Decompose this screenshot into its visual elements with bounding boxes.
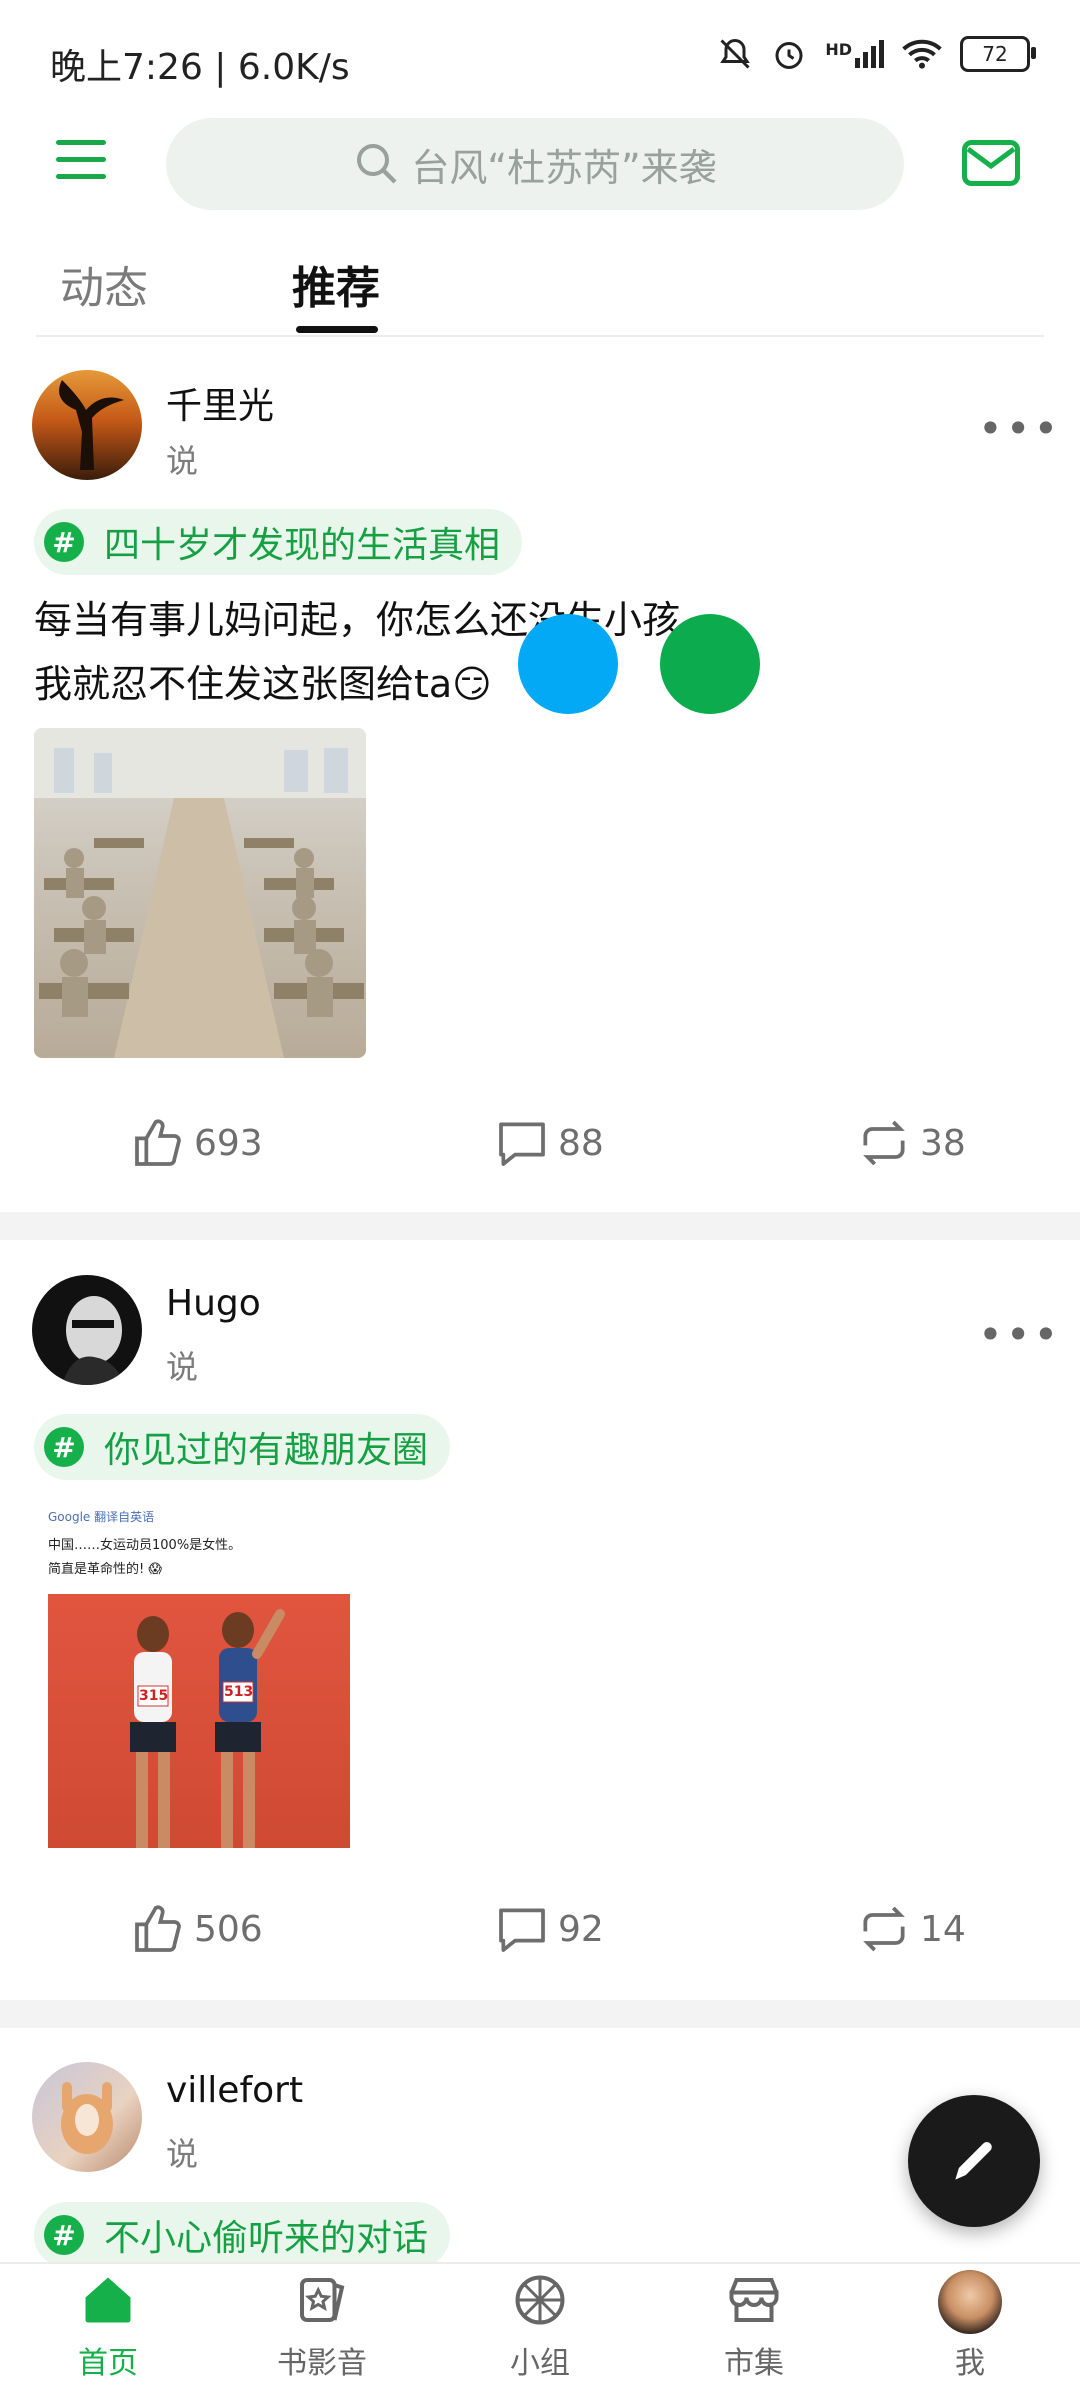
mail-icon[interactable]	[962, 140, 1020, 186]
repost-icon	[863, 1120, 905, 1166]
repost-button[interactable]: 38	[856, 1115, 966, 1171]
nav-home[interactable]: 首页	[38, 2270, 178, 2382]
like-button[interactable]: 693	[130, 1115, 263, 1171]
topic-tag[interactable]: # 四十岁才发现的生活真相	[34, 509, 523, 575]
like-button[interactable]: 506	[130, 1901, 263, 1957]
tab-dongtai[interactable]: 动态	[60, 252, 148, 316]
status-time: 晚上7:26 | 6.0K/s	[50, 47, 350, 88]
athletes-photo: 315 513	[48, 1594, 350, 1848]
status-bar: 晚上7:26 | 6.0K/s HD 72	[0, 0, 1080, 110]
hashtag-icon: #	[44, 522, 84, 562]
ball-icon	[515, 2275, 565, 2325]
avatar[interactable]	[32, 370, 142, 480]
hashtag-icon: #	[44, 2215, 84, 2255]
post-image[interactable]	[34, 728, 366, 1058]
avatar[interactable]	[32, 1275, 142, 1385]
like-count: 693	[194, 1122, 263, 1164]
angel-silhouette-icon	[59, 380, 124, 470]
bell-muted-icon	[720, 38, 751, 69]
post-verb: 说	[166, 2135, 199, 2173]
status-icons: HD 72	[717, 36, 1036, 72]
section-divider	[0, 2000, 1080, 2028]
comment-icon	[499, 1122, 545, 1166]
topic-label: 你见过的有趣朋友圈	[104, 1430, 429, 1471]
signal-icon: HD	[825, 40, 884, 68]
repost-icon	[863, 1906, 905, 1952]
battery-icon: 72	[960, 36, 1036, 72]
nav-market[interactable]: 市集	[684, 2270, 824, 2382]
compose-button[interactable]	[908, 2095, 1040, 2227]
post-image[interactable]: Google 翻译自英语 中国……女运动员100%是女性。 简直是革命性的! 😱…	[34, 1508, 364, 1848]
profile-avatar	[938, 2270, 1002, 2334]
image-header: Google 翻译自英语	[48, 1510, 155, 1524]
hashtag-icon: #	[44, 1427, 84, 1467]
tab-tuijian[interactable]: 推荐	[292, 252, 380, 316]
network-label: HD	[825, 40, 852, 59]
like-count: 506	[194, 1908, 263, 1950]
bib-number: 315	[139, 1688, 169, 1704]
image-caption: 简直是革命性的! 😱	[48, 1562, 162, 1577]
comment-count: 88	[558, 1122, 604, 1164]
nav-label: 小组	[510, 2346, 570, 2381]
alarm-icon	[775, 42, 803, 69]
divider	[36, 335, 1044, 337]
repost-count: 38	[920, 1122, 966, 1164]
thumbs-up-icon	[135, 1905, 181, 1952]
topic-label: 不小心偷听来的对话	[104, 2218, 429, 2259]
topic-label: 四十岁才发现的生活真相	[104, 525, 501, 566]
battery-level: 72	[982, 42, 1008, 66]
store-icon	[729, 2278, 779, 2322]
comment-icon	[499, 1908, 545, 1952]
comment-count: 92	[558, 1908, 604, 1950]
classroom-scene-image	[34, 728, 366, 1058]
cards-star-icon	[300, 2278, 345, 2322]
username[interactable]: villefort	[166, 2070, 303, 2111]
bib-number: 513	[224, 1684, 254, 1700]
avatar[interactable]	[32, 2062, 142, 2172]
portrait-icon	[32, 1275, 142, 1385]
nav-groups[interactable]: 小组	[470, 2270, 610, 2382]
topic-tag[interactable]: # 不小心偷听来的对话	[34, 2202, 451, 2268]
post-verb: 说	[166, 1348, 199, 1386]
search-placeholder: 台风“杜苏芮”来袭	[411, 145, 717, 190]
comment-button[interactable]: 88	[494, 1115, 604, 1171]
image-caption: 中国……女运动员100%是女性。	[48, 1538, 242, 1553]
active-tab-indicator	[296, 326, 378, 333]
username[interactable]: Hugo	[166, 1283, 261, 1324]
username[interactable]: 千里光	[166, 377, 274, 429]
thumbs-up-icon	[135, 1119, 181, 1166]
menu-icon[interactable]	[56, 140, 106, 184]
nav-label: 首页	[78, 2346, 138, 2381]
topic-tag[interactable]: # 你见过的有趣朋友圈	[34, 1414, 451, 1480]
nav-books-movies-music[interactable]: 书影音	[252, 2270, 392, 2382]
nav-label: 市集	[724, 2346, 784, 2381]
pencil-icon	[955, 2142, 992, 2180]
repost-button[interactable]: 14	[856, 1901, 966, 1957]
section-divider	[0, 1212, 1080, 1240]
more-options-icon[interactable]: •••	[978, 404, 1061, 453]
post-verb: 说	[166, 442, 199, 480]
nav-label: 我	[955, 2346, 985, 2381]
repost-count: 14	[920, 1908, 966, 1950]
blue-dot	[518, 614, 618, 714]
home-icon	[85, 2277, 131, 2323]
search-icon	[357, 144, 397, 184]
nav-me[interactable]: 我	[900, 2270, 1040, 2382]
cat-photo-icon	[61, 2082, 113, 2154]
wifi-icon	[902, 39, 942, 69]
search-bar[interactable]: 台风“杜苏芮”来袭	[166, 118, 904, 210]
more-options-icon[interactable]: •••	[978, 1310, 1061, 1359]
nav-label: 书影音	[277, 2346, 367, 2381]
comment-button[interactable]: 92	[494, 1901, 604, 1957]
green-dot	[660, 614, 760, 714]
